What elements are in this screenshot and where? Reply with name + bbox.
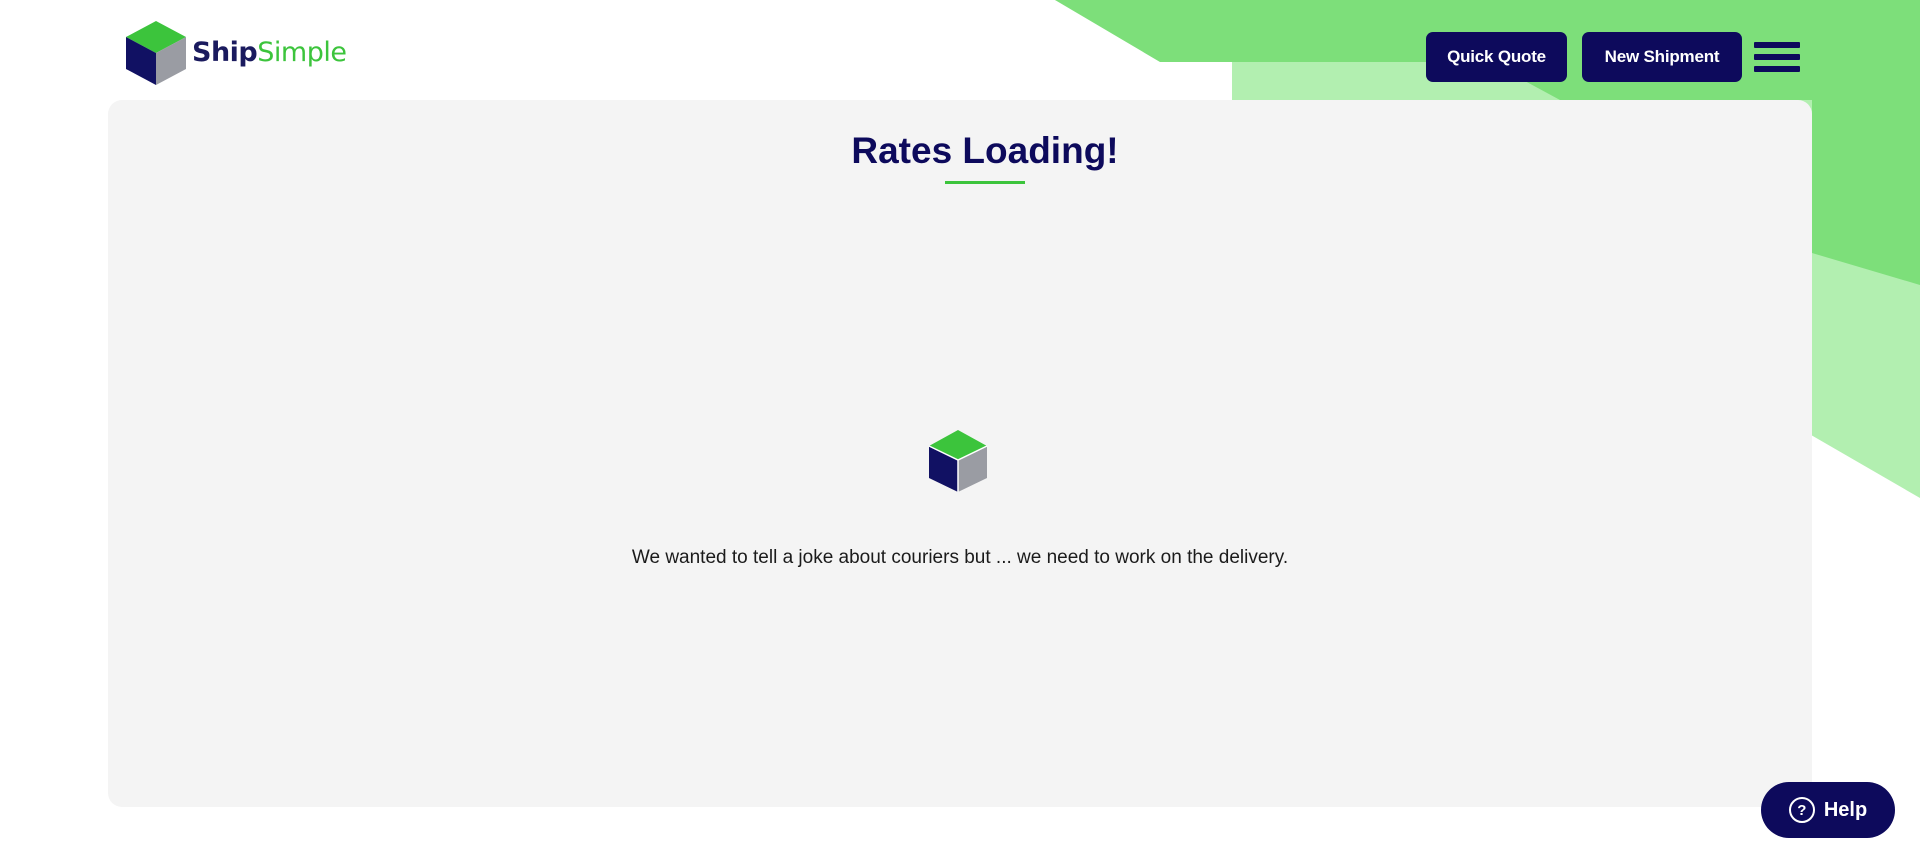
loading-indicator: [923, 424, 993, 496]
help-label: Help: [1823, 798, 1868, 821]
quick-quote-button[interactable]: Quick Quote: [1426, 32, 1567, 82]
menu-bar: [1754, 54, 1800, 60]
new-shipment-button[interactable]: New Shipment: [1582, 32, 1742, 82]
page-title: Rates Loading!: [851, 130, 1119, 171]
brand-name-part1: Ship: [192, 36, 258, 68]
site-header: ShipSimple Quick Quote New Shipment: [0, 0, 1920, 100]
menu-bar: [1754, 66, 1800, 72]
question-circle-icon: ?: [1788, 797, 1815, 823]
cube-loader-icon: [928, 430, 988, 492]
title-underline: [945, 181, 1025, 184]
menu-bar: [1754, 42, 1800, 48]
brand-name: ShipSimple: [192, 36, 347, 68]
brand-name-part2: Simple: [257, 36, 347, 68]
cube-logo-icon: [126, 21, 186, 85]
loading-message: We wanted to tell a joke about couriers …: [631, 547, 1289, 568]
help-button[interactable]: ? Help: [1761, 782, 1895, 838]
brand-logo[interactable]: ShipSimple: [124, 18, 347, 88]
hamburger-menu-icon[interactable]: [1754, 40, 1800, 74]
